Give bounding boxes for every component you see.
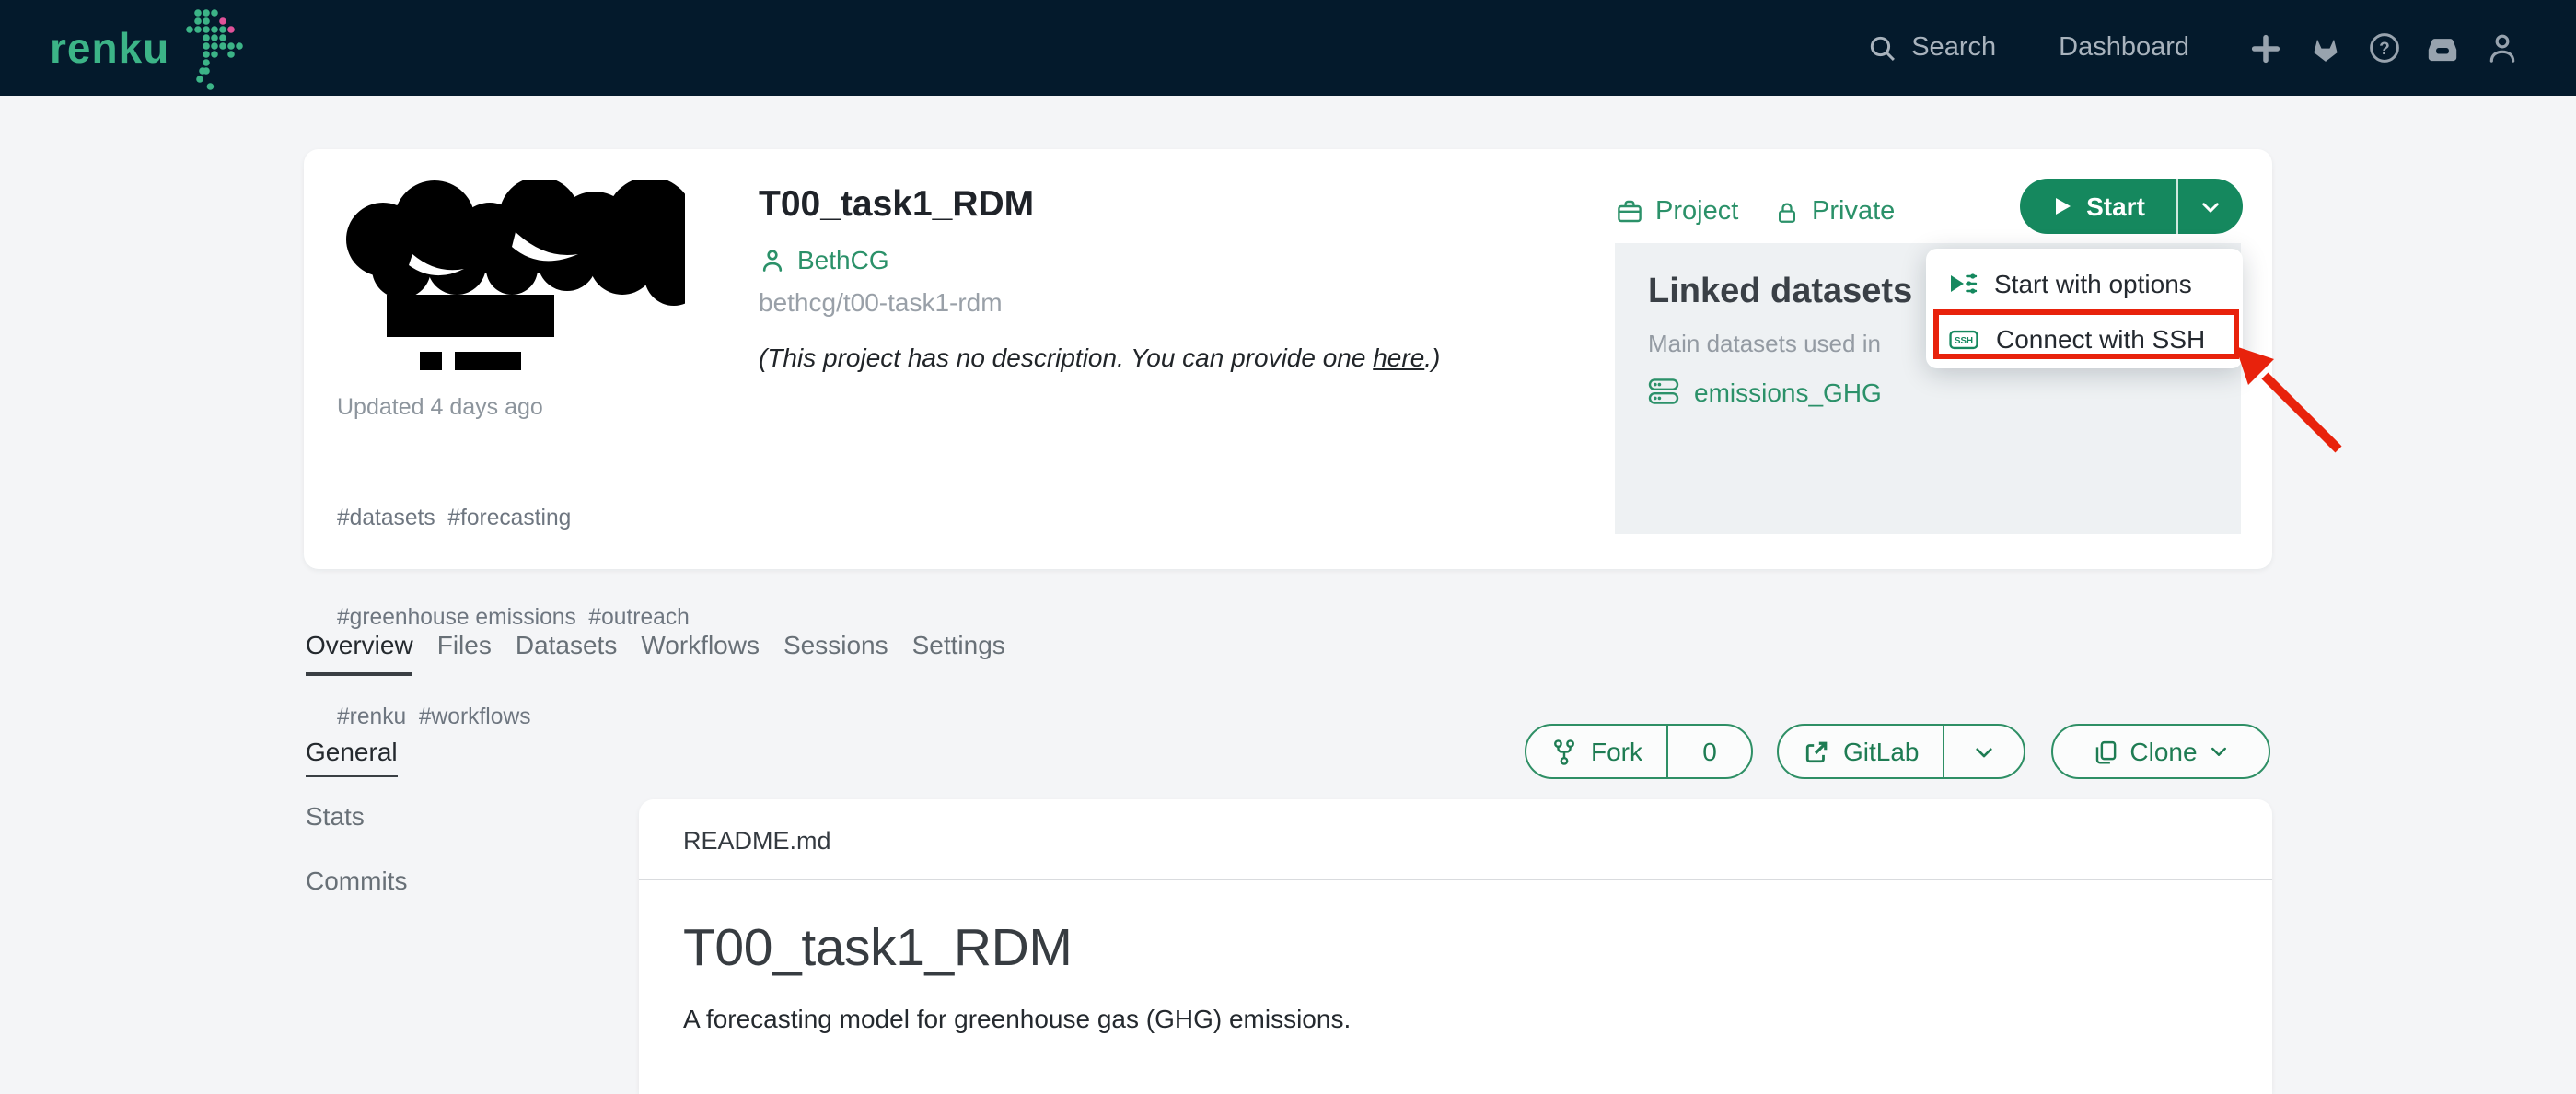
fork-count: 0 <box>1702 737 1717 766</box>
dataset-link[interactable]: emissions_GHG <box>1648 376 2241 407</box>
inbox-icon <box>2428 38 2457 61</box>
fork-label: Fork <box>1591 737 1642 766</box>
project-title: T00_task1_RDM <box>759 184 1035 225</box>
fork-button-group: Fork 0 <box>1525 724 1753 779</box>
visibility-label: Private <box>1812 197 1896 227</box>
briefcase-icon <box>1618 200 1642 223</box>
tags-line[interactable]: #greenhouse emissions #outreach <box>337 600 760 634</box>
plus-icon <box>2251 33 2280 63</box>
updated-timestamp: Updated 4 days ago <box>337 394 543 420</box>
chevron-down-icon <box>2211 747 2227 756</box>
project-avatar <box>346 180 685 389</box>
start-button[interactable]: Start <box>2020 179 2176 234</box>
renku-sprout-icon <box>186 9 244 90</box>
readme-heading: T00_task1_RDM <box>683 919 1073 978</box>
subnav-general[interactable]: General <box>306 737 407 777</box>
git-fork-icon <box>1554 739 1574 764</box>
gitlab-nav-button[interactable] <box>2307 30 2342 65</box>
lock-icon <box>1778 202 1795 222</box>
tab-datasets[interactable]: Datasets <box>516 630 618 676</box>
readme-body: A forecasting model for greenhouse gas (… <box>683 1004 1352 1033</box>
tab-sessions[interactable]: Sessions <box>783 630 888 676</box>
menu-item-start-with-options[interactable]: Start with options <box>1926 256 2243 311</box>
project-type-badge: Project <box>1615 197 1738 227</box>
clone-button[interactable]: Clone <box>2051 724 2270 779</box>
tags-line[interactable]: #datasets #forecasting <box>337 501 760 534</box>
tab-files[interactable]: Files <box>437 630 492 676</box>
gitlab-button-group: GitLab <box>1777 724 2025 779</box>
project-author-link[interactable]: BethCG <box>759 245 889 274</box>
visibility-badge: Private <box>1773 197 1895 227</box>
tab-workflows[interactable]: Workflows <box>641 630 760 676</box>
gitlab-button[interactable]: GitLab <box>1779 726 1944 777</box>
new-project-button[interactable] <box>2248 30 2283 65</box>
help-button[interactable]: ? <box>2366 30 2401 65</box>
external-link-icon <box>1805 740 1828 762</box>
navbar-right: Search Dashboard ? <box>1867 30 2519 65</box>
renku-logo[interactable]: renku <box>50 6 244 90</box>
play-icon <box>2056 198 2071 215</box>
tab-overview[interactable]: Overview <box>306 630 413 676</box>
search-label: Search <box>1911 33 1997 63</box>
menu-item-label: Start with options <box>1994 269 2192 298</box>
project-description: (This project has no description. You ca… <box>759 343 1440 372</box>
project-type-label: Project <box>1655 197 1739 227</box>
annotation-arrow <box>2235 346 2342 453</box>
dataset-icon <box>1648 378 1679 404</box>
page: renku Search Dashboard ? Updated 4 days … <box>0 0 2576 1094</box>
fork-button[interactable]: Fork <box>1526 726 1666 777</box>
brand-wordmark: renku <box>50 23 170 71</box>
gitlab-label: GitLab <box>1843 737 1920 766</box>
readme-filename: README.md <box>639 799 2272 880</box>
subnav-commits[interactable]: Commits <box>306 866 407 895</box>
overview-subnav: General Stats Commits <box>306 737 407 930</box>
subnav-label: General <box>306 737 398 777</box>
start-with-options-icon <box>1951 274 1978 294</box>
search-button[interactable]: Search <box>1867 32 1996 64</box>
chevron-down-icon <box>1976 747 1992 757</box>
fork-count-button[interactable]: 0 <box>1666 726 1751 777</box>
dataset-name: emissions_GHG <box>1694 377 1882 406</box>
description-text: (This project has no description. You ca… <box>759 343 1374 372</box>
description-suffix: .) <box>1424 343 1441 372</box>
subnav-label: Commits <box>306 866 408 895</box>
gitlab-dropdown-toggle[interactable] <box>1943 726 2025 777</box>
clone-label: Clone <box>2129 737 2198 766</box>
dashboard-label: Dashboard <box>2059 33 2189 63</box>
subnav-label: Stats <box>306 801 365 831</box>
tab-settings[interactable]: Settings <box>912 630 1005 676</box>
provide-description-link[interactable]: here <box>1373 343 1424 372</box>
readme-card: README.md T00_task1_RDM A forecasting mo… <box>639 799 2272 1094</box>
start-dropdown-toggle[interactable] <box>2176 179 2243 234</box>
start-label: Start <box>2086 192 2145 221</box>
inbox-button[interactable] <box>2425 30 2460 65</box>
author-name: BethCG <box>797 245 889 274</box>
help-icon: ? <box>2369 33 2398 63</box>
person-icon <box>762 249 783 271</box>
chevron-down-icon <box>2202 202 2219 212</box>
svg-text:?: ? <box>2378 40 2389 59</box>
start-split-button: Start <box>2020 179 2243 234</box>
tags-line[interactable]: #renku #workflows <box>337 700 760 733</box>
dashboard-link[interactable]: Dashboard <box>2059 33 2189 63</box>
search-icon <box>1871 35 1896 60</box>
project-tabs: Overview Files Datasets Workflows Sessio… <box>306 630 1005 676</box>
highlight-rectangle <box>1933 309 2239 359</box>
user-menu-button[interactable] <box>2484 30 2519 65</box>
subnav-stats[interactable]: Stats <box>306 801 407 831</box>
project-slug: bethcg/t00-task1-rdm <box>759 287 1003 317</box>
user-icon <box>2489 34 2514 63</box>
gitlab-icon <box>2313 39 2337 62</box>
top-navbar: renku Search Dashboard ? <box>0 0 2576 96</box>
clone-icon <box>2095 739 2116 763</box>
